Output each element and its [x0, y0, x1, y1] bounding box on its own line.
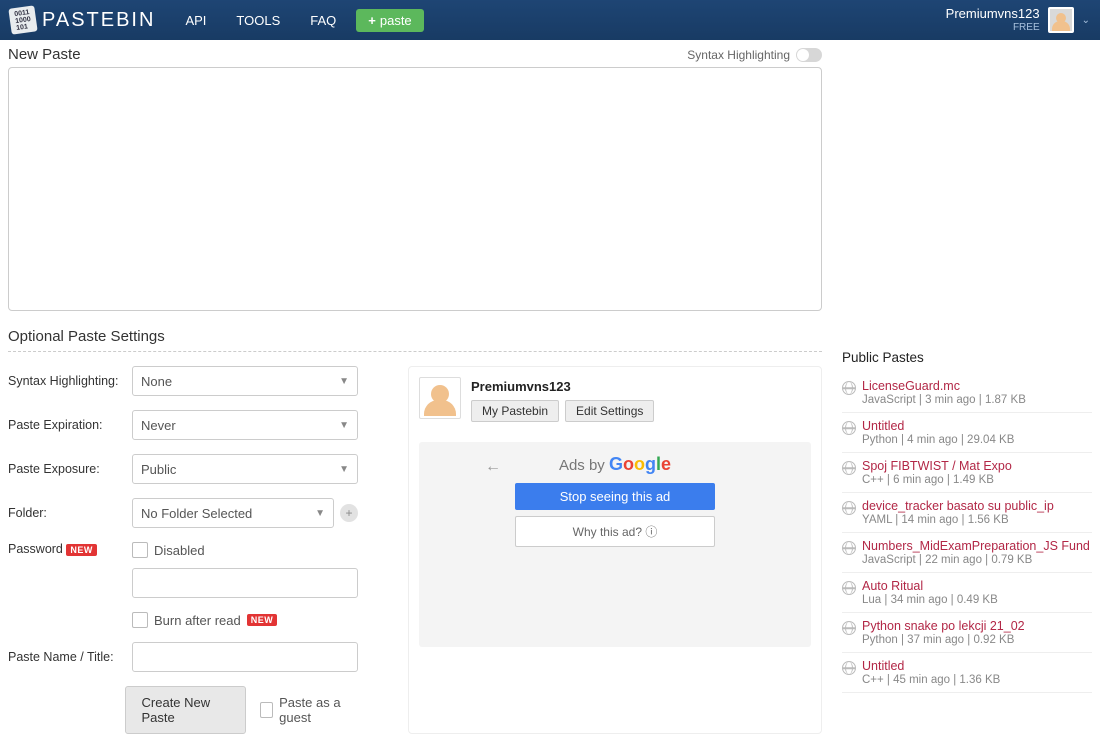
why-ad-button[interactable]: Why this ad? ⓘ — [515, 516, 715, 547]
add-folder-button[interactable]: + — [340, 504, 358, 522]
exposure-label: Paste Exposure: — [8, 462, 132, 476]
disabled-label: Disabled — [154, 543, 205, 558]
logo-icon: 00111000101 — [8, 5, 37, 34]
title-label: Paste Name / Title: — [8, 650, 132, 664]
paste-title[interactable]: device_tracker basato su public_ip — [862, 499, 1054, 513]
settings-heading: Optional Paste Settings — [8, 328, 822, 352]
paste-title[interactable]: Spoj FIBTWIST / Mat Expo — [862, 459, 1012, 473]
password-label: Password NEW — [8, 542, 132, 556]
public-paste-item[interactable]: device_tracker basato su public_ipYAML |… — [842, 493, 1092, 533]
paste-meta: JavaScript | 3 min ago | 1.87 KB — [862, 394, 1026, 406]
public-paste-item[interactable]: UntitledPython | 4 min ago | 29.04 KB — [842, 413, 1092, 453]
public-pastes-list: LicenseGuard.mcJavaScript | 3 min ago | … — [842, 373, 1092, 693]
public-paste-item[interactable]: Python snake po lekcji 21_02Python | 37 … — [842, 613, 1092, 653]
password-disabled-checkbox[interactable]: Disabled — [132, 542, 358, 558]
brand-text: PASTEBIN — [42, 9, 155, 32]
globe-icon — [842, 381, 856, 395]
syntax-label: Syntax Highlighting: — [8, 374, 132, 388]
new-paste-heading: New Paste — [8, 46, 81, 63]
syntax-toggle[interactable] — [796, 48, 822, 62]
paste-meta: Lua | 34 min ago | 0.49 KB — [862, 594, 998, 606]
plus-icon: + — [368, 13, 376, 28]
globe-icon — [842, 621, 856, 635]
header-plan: FREE — [946, 22, 1040, 33]
expiration-value: Never — [141, 418, 176, 433]
exposure-select[interactable]: Public ▼ — [132, 454, 358, 484]
public-pastes-heading: Public Pastes — [842, 350, 1092, 365]
caret-down-icon: ▼ — [339, 376, 349, 387]
paste-title[interactable]: Numbers_MidExamPreparation_JS Fund — [862, 539, 1090, 553]
public-paste-item[interactable]: UntitledC++ | 45 min ago | 1.36 KB — [842, 653, 1092, 693]
sidebar-ad-space — [842, 50, 1092, 350]
caret-down-icon: ▼ — [339, 420, 349, 431]
public-paste-item[interactable]: Spoj FIBTWIST / Mat ExpoC++ | 6 min ago … — [842, 453, 1092, 493]
globe-icon — [842, 581, 856, 595]
expiration-label: Paste Expiration: — [8, 418, 132, 432]
new-badge: NEW — [66, 544, 97, 556]
folder-value: No Folder Selected — [141, 506, 252, 521]
new-badge: NEW — [247, 614, 278, 626]
create-paste-button[interactable]: Create New Paste — [125, 686, 246, 734]
paste-title[interactable]: Auto Ritual — [862, 579, 998, 593]
globe-icon — [842, 421, 856, 435]
folder-label: Folder: — [8, 506, 132, 520]
paste-meta: Python | 37 min ago | 0.92 KB — [862, 634, 1025, 646]
user-card: Premiumvns123 My Pastebin Edit Settings … — [408, 366, 822, 734]
paste-title[interactable]: Untitled — [862, 419, 1014, 433]
expiration-select[interactable]: Never ▼ — [132, 410, 358, 440]
password-input[interactable] — [132, 568, 358, 598]
syntax-value: None — [141, 374, 172, 389]
paste-title[interactable]: LicenseGuard.mc — [862, 379, 1026, 393]
back-arrow-icon[interactable]: ← — [485, 458, 501, 476]
avatar-icon — [419, 377, 461, 419]
paste-meta: JavaScript | 22 min ago | 0.79 KB — [862, 554, 1090, 566]
syntax-toggle-label: Syntax Highlighting — [687, 48, 790, 62]
paste-meta: C++ | 45 min ago | 1.36 KB — [862, 674, 1000, 686]
nav-api[interactable]: API — [185, 13, 206, 28]
header-username: Premiumvns123 — [946, 7, 1040, 21]
caret-down-icon: ▼ — [315, 508, 325, 519]
paste-button-label: paste — [380, 13, 412, 28]
edit-settings-button[interactable]: Edit Settings — [565, 400, 654, 422]
google-logo: Google — [609, 454, 671, 474]
nav-tools[interactable]: TOOLS — [236, 13, 280, 28]
logo[interactable]: 00111000101 PASTEBIN — [10, 7, 155, 33]
paste-meta: C++ | 6 min ago | 1.49 KB — [862, 474, 1012, 486]
folder-select[interactable]: No Folder Selected ▼ — [132, 498, 334, 528]
paste-content-textarea[interactable] — [8, 67, 822, 311]
public-paste-item[interactable]: LicenseGuard.mcJavaScript | 3 min ago | … — [842, 373, 1092, 413]
burn-after-read-checkbox[interactable]: Burn after read NEW — [132, 612, 277, 628]
globe-icon — [842, 461, 856, 475]
stop-ad-button[interactable]: Stop seeing this ad — [515, 483, 715, 510]
burn-label: Burn after read — [154, 613, 241, 628]
syntax-select[interactable]: None ▼ — [132, 366, 358, 396]
globe-icon — [842, 501, 856, 515]
public-paste-item[interactable]: Numbers_MidExamPreparation_JS FundJavaSc… — [842, 533, 1092, 573]
nav-links: API TOOLS FAQ — [185, 13, 336, 28]
exposure-value: Public — [141, 462, 176, 477]
my-pastebin-button[interactable]: My Pastebin — [471, 400, 559, 422]
paste-as-guest-checkbox[interactable]: Paste as a guest — [260, 695, 358, 725]
paste-title[interactable]: Python snake po lekcji 21_02 — [862, 619, 1025, 633]
paste-meta: Python | 4 min ago | 29.04 KB — [862, 434, 1014, 446]
user-menu[interactable]: Premiumvns123 FREE ⌄ — [946, 7, 1090, 33]
ad-title: Ads by Google — [515, 454, 715, 475]
guest-label: Paste as a guest — [279, 695, 358, 725]
nav-faq[interactable]: FAQ — [310, 13, 336, 28]
chevron-down-icon[interactable]: ⌄ — [1082, 15, 1090, 26]
user-card-name: Premiumvns123 — [419, 379, 811, 394]
new-paste-button[interactable]: + paste — [356, 9, 423, 32]
main-header: 00111000101 PASTEBIN API TOOLS FAQ + pas… — [0, 0, 1100, 40]
caret-down-icon: ▼ — [339, 464, 349, 475]
ad-box: ← Ads by Google Stop seeing this ad Why … — [419, 442, 811, 647]
globe-icon — [842, 541, 856, 555]
avatar-icon — [1048, 7, 1074, 33]
globe-icon — [842, 661, 856, 675]
paste-title[interactable]: Untitled — [862, 659, 1000, 673]
public-paste-item[interactable]: Auto RitualLua | 34 min ago | 0.49 KB — [842, 573, 1092, 613]
paste-meta: YAML | 14 min ago | 1.56 KB — [862, 514, 1054, 526]
